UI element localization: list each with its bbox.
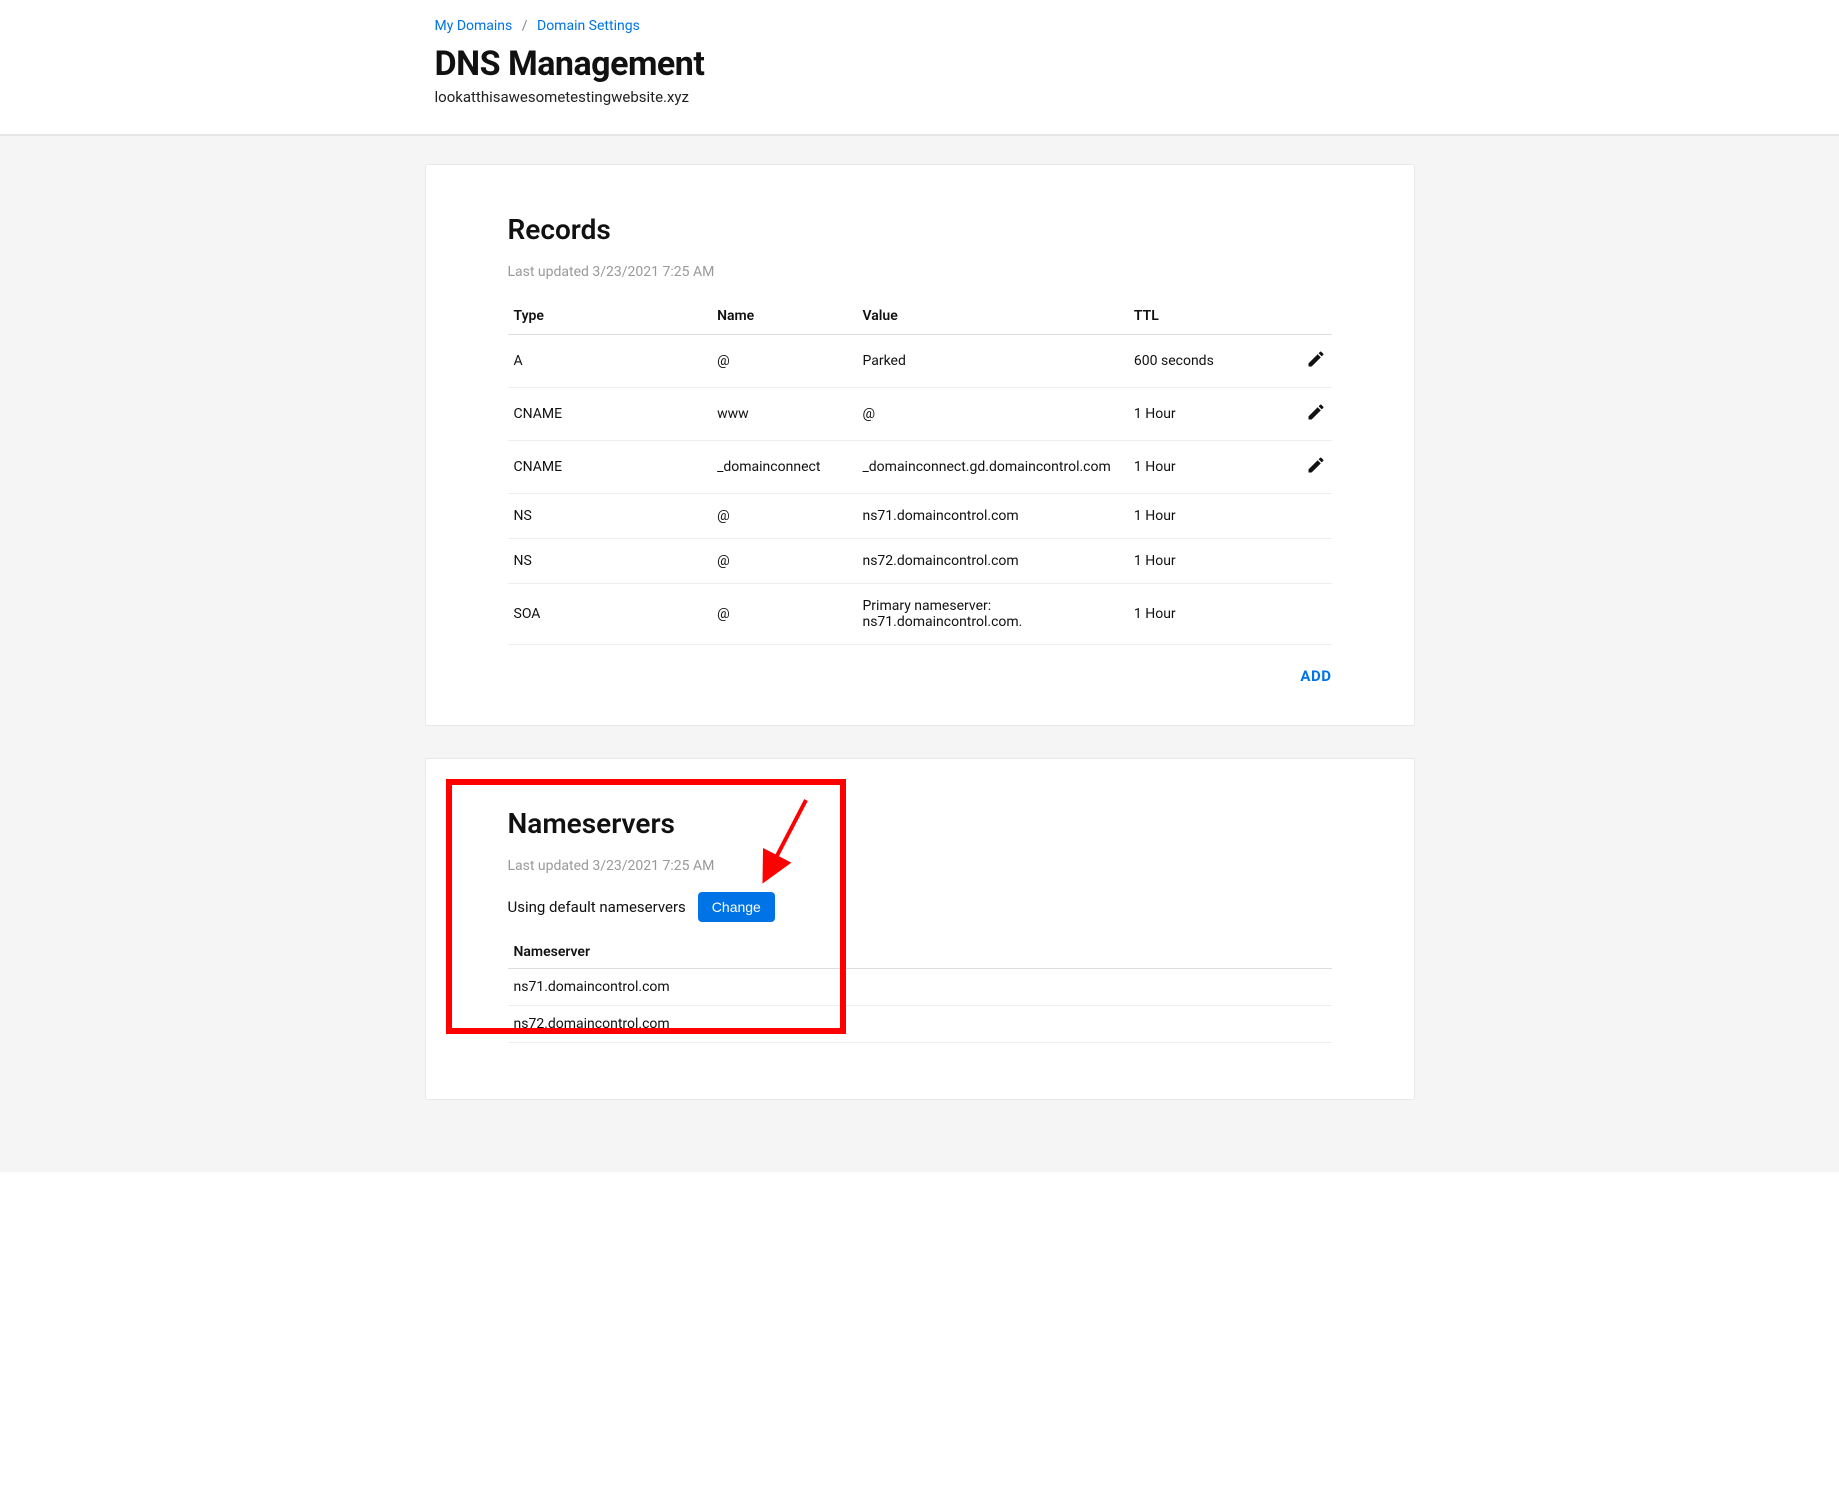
record-type: CNAME xyxy=(508,388,712,441)
breadcrumb-separator: / xyxy=(522,18,528,34)
record-type: NS xyxy=(508,494,712,539)
record-ttl: 1 Hour xyxy=(1128,494,1273,539)
record-value: Primary nameserver: ns71.domaincontrol.c… xyxy=(856,584,1127,645)
records-last-updated: Last updated 3/23/2021 7:25 AM xyxy=(508,264,1332,280)
nameserver-value: ns72.domaincontrol.com xyxy=(508,1006,1332,1043)
record-name: www xyxy=(711,388,856,441)
table-row: CNAMEwww@1 Hour xyxy=(508,388,1332,441)
edit-record-icon[interactable] xyxy=(1306,455,1326,475)
record-name: @ xyxy=(711,539,856,584)
edit-record-icon[interactable] xyxy=(1306,349,1326,369)
edit-record-icon[interactable] xyxy=(1306,402,1326,422)
record-type: SOA xyxy=(508,584,712,645)
record-value: @ xyxy=(856,388,1127,441)
breadcrumb-my-domains[interactable]: My Domains xyxy=(435,18,513,34)
table-row: SOA@Primary nameserver: ns71.domaincontr… xyxy=(508,584,1332,645)
nameservers-col-label: Nameserver xyxy=(508,936,1332,969)
records-table: Type Name Value TTL A@Parked600 secondsC… xyxy=(508,298,1332,645)
record-ttl: 1 Hour xyxy=(1128,584,1273,645)
record-type: NS xyxy=(508,539,712,584)
records-card: Records Last updated 3/23/2021 7:25 AM T… xyxy=(425,164,1415,726)
record-value: ns72.domaincontrol.com xyxy=(856,539,1127,584)
nameservers-table: Nameserver ns71.domaincontrol.comns72.do… xyxy=(508,936,1332,1043)
change-nameservers-button[interactable]: Change xyxy=(698,892,775,922)
record-ttl: 1 Hour xyxy=(1128,388,1273,441)
record-value: ns71.domaincontrol.com xyxy=(856,494,1127,539)
nameservers-card: Nameservers Last updated 3/23/2021 7:25 … xyxy=(425,758,1415,1100)
records-col-ttl: TTL xyxy=(1128,298,1273,335)
records-col-value: Value xyxy=(856,298,1127,335)
nameserver-value: ns71.domaincontrol.com xyxy=(508,969,1332,1006)
breadcrumb-domain-settings[interactable]: Domain Settings xyxy=(537,18,640,34)
records-col-edit xyxy=(1273,298,1331,335)
header-region: My Domains / Domain Settings DNS Managem… xyxy=(0,0,1839,136)
record-name: @ xyxy=(711,335,856,388)
record-value: _domainconnect.gd.domaincontrol.com xyxy=(856,441,1127,494)
record-value: Parked xyxy=(856,335,1127,388)
records-col-name: Name xyxy=(711,298,856,335)
add-record-button[interactable]: ADD xyxy=(1300,667,1331,685)
table-row: ns72.domaincontrol.com xyxy=(508,1006,1332,1043)
record-type: CNAME xyxy=(508,441,712,494)
breadcrumb: My Domains / Domain Settings xyxy=(435,18,1405,34)
content-region: Records Last updated 3/23/2021 7:25 AM T… xyxy=(0,136,1839,1172)
nameservers-status: Using default nameservers xyxy=(508,898,686,916)
record-name: @ xyxy=(711,584,856,645)
table-row: ns71.domaincontrol.com xyxy=(508,969,1332,1006)
table-row: A@Parked600 seconds xyxy=(508,335,1332,388)
record-ttl: 1 Hour xyxy=(1128,539,1273,584)
records-col-type: Type xyxy=(508,298,712,335)
table-row: NS@ns72.domaincontrol.com1 Hour xyxy=(508,539,1332,584)
record-ttl: 1 Hour xyxy=(1128,441,1273,494)
page-title: DNS Management xyxy=(435,44,1405,84)
nameservers-last-updated: Last updated 3/23/2021 7:25 AM xyxy=(508,858,1332,874)
record-name: _domainconnect xyxy=(711,441,856,494)
table-row: CNAME_domainconnect_domainconnect.gd.dom… xyxy=(508,441,1332,494)
nameservers-title: Nameservers xyxy=(508,807,1332,840)
page-subtitle: lookatthisawesometestingwebsite.xyz xyxy=(435,88,1405,106)
record-name: @ xyxy=(711,494,856,539)
table-row: NS@ns71.domaincontrol.com1 Hour xyxy=(508,494,1332,539)
records-title: Records xyxy=(508,213,1332,246)
record-type: A xyxy=(508,335,712,388)
record-ttl: 600 seconds xyxy=(1128,335,1273,388)
